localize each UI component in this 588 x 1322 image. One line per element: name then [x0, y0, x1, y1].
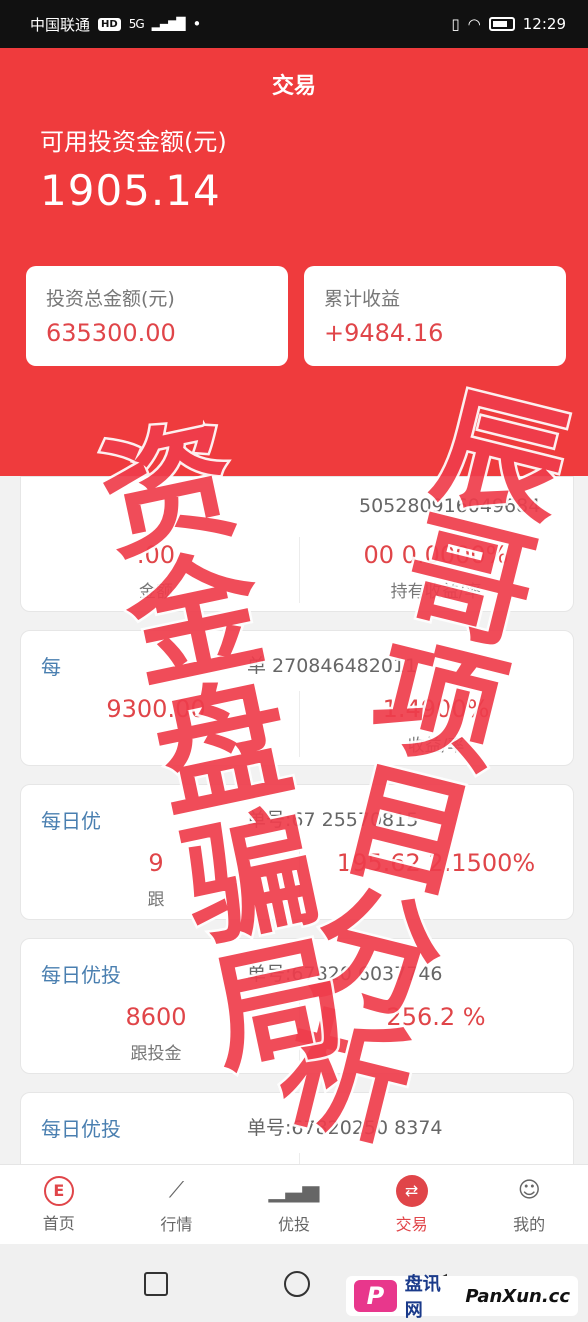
- order-card[interactable]: 每日优 单号:67 25570815 9 跟 195.62 2.1500%: [20, 784, 574, 920]
- order-amount: 8600: [125, 1003, 187, 1031]
- site-badge: P 盘讯网 PanXun.cc: [346, 1274, 578, 1321]
- hd-badge: HD: [98, 17, 121, 31]
- order-yield: 256.2 %: [386, 1003, 486, 1031]
- cumulative-earnings-label: 累计收益: [324, 288, 401, 310]
- order-tag: 每日优: [41, 809, 101, 833]
- available-value: 1905.14: [40, 166, 221, 215]
- recents-button[interactable]: [144, 1272, 168, 1296]
- chart-icon: ⟋: [168, 1178, 185, 1203]
- order-amount: 9: [148, 849, 164, 877]
- status-right: ▯ ◠ 12:29: [451, 15, 566, 33]
- battery-icon: [488, 17, 515, 31]
- tab-trade[interactable]: ⇄ 交易: [353, 1165, 471, 1244]
- tab-label: 我的: [513, 1214, 546, 1234]
- order-amount-label: 跟投金: [130, 1044, 182, 1064]
- tab-invest[interactable]: ▁▃▅ 优投: [235, 1165, 353, 1244]
- wifi-icon: ◠: [467, 15, 481, 33]
- tab-label: 交易: [395, 1214, 428, 1234]
- order-yield: 1.4900%: [382, 695, 490, 723]
- order-card[interactable]: 50528091604968​4 .00 金额 00 0.0000% 持有收益/…: [20, 476, 574, 612]
- order-number: 单号:67820250 8374: [247, 1117, 443, 1139]
- order-number: 单 270846482011: [247, 655, 418, 677]
- card-divider: [299, 537, 300, 603]
- card-divider: [299, 999, 300, 1065]
- page-title: 交易: [271, 74, 316, 99]
- total-investment-card: 投资总金额(元) 635300.00: [26, 266, 288, 366]
- total-investment-label: 投资总金额(元): [46, 288, 175, 310]
- order-tag: 每日优投: [41, 963, 121, 987]
- order-tag: 每日优投: [41, 1117, 121, 1141]
- total-investment-value: 635300.00: [46, 319, 176, 347]
- order-number: 单号:67820 6037746: [247, 963, 443, 985]
- cumulative-earnings-card: 累计收益 +9484.16: [304, 266, 566, 366]
- signal-icon: ▂▄▆█: [151, 17, 186, 31]
- exchange-icon: ⇄: [395, 1174, 428, 1207]
- carrier-label: 中国联通: [30, 15, 91, 34]
- order-card[interactable]: 每日优投 单号:67820250 8374: [20, 1092, 574, 1164]
- order-list[interactable]: 50528091604968​4 .00 金额 00 0.0000% 持有收益/…: [0, 476, 588, 1164]
- tab-home[interactable]: E 首页: [0, 1165, 118, 1244]
- tab-label: 优投: [277, 1214, 310, 1234]
- order-amount: .00: [136, 541, 176, 569]
- order-yield-label: 持有收益/率: [390, 582, 482, 602]
- site-name-cn: 盘讯网: [404, 1274, 441, 1321]
- order-tag: 每: [41, 655, 61, 679]
- tab-market[interactable]: ⟋ 行情: [118, 1165, 236, 1244]
- tab-profile[interactable]: ☺ 我的: [470, 1165, 588, 1244]
- card-divider: [299, 845, 300, 911]
- notification-dot: •: [192, 15, 202, 33]
- home-logo-icon: E: [43, 1175, 74, 1206]
- clock: 12:29: [522, 15, 566, 33]
- order-yield: 00 0.0000%: [363, 541, 509, 569]
- order-amount-label: 金额: [139, 582, 173, 602]
- order-number: 单号:67 25570815: [247, 809, 419, 831]
- order-number: 50528091604968​4: [359, 495, 541, 517]
- bar-chart-icon: ▁▃▅: [268, 1178, 320, 1203]
- order-card[interactable]: 每 单 270846482011 9300.00 1.4900% 收益/率: [20, 630, 574, 766]
- status-left: 中国联通 HD 5G ▂▄▆█ •: [30, 14, 201, 35]
- status-bar: 中国联通 HD 5G ▂▄▆█ • ▯ ◠ 12:29: [0, 0, 588, 48]
- available-label: 可用投资金额(元): [40, 128, 227, 156]
- bottom-tab-bar: E 首页 ⟋ 行情 ▁▃▅ 优投 ⇄ 交易 ☺ 我的: [0, 1164, 588, 1244]
- order-yield-label: 收益/率: [407, 736, 465, 756]
- vibrate-icon: ▯: [451, 15, 460, 33]
- site-name-en: PanXun.cc: [465, 1285, 570, 1307]
- order-amount: 9300.00: [106, 695, 206, 723]
- order-yield: 195.62 2.1500%: [336, 849, 536, 877]
- card-divider: [299, 1153, 300, 1164]
- home-button[interactable]: [284, 1271, 310, 1297]
- network-label: 5G: [128, 17, 145, 31]
- tab-label: 首页: [42, 1213, 75, 1233]
- header-panel: 交易 可用投资金额(元) 1905.14 投资总金额(元) 635300.00 …: [0, 48, 588, 476]
- user-icon: ☺: [517, 1178, 541, 1203]
- site-logo-icon: P: [354, 1280, 397, 1312]
- cumulative-earnings-value: +9484.16: [324, 319, 444, 347]
- order-card[interactable]: 每日优投 单号:67820 6037746 8600 跟投金 256.2 %: [20, 938, 574, 1074]
- card-divider: [299, 691, 300, 757]
- tab-label: 行情: [160, 1214, 193, 1234]
- order-amount-label: 跟: [147, 890, 165, 910]
